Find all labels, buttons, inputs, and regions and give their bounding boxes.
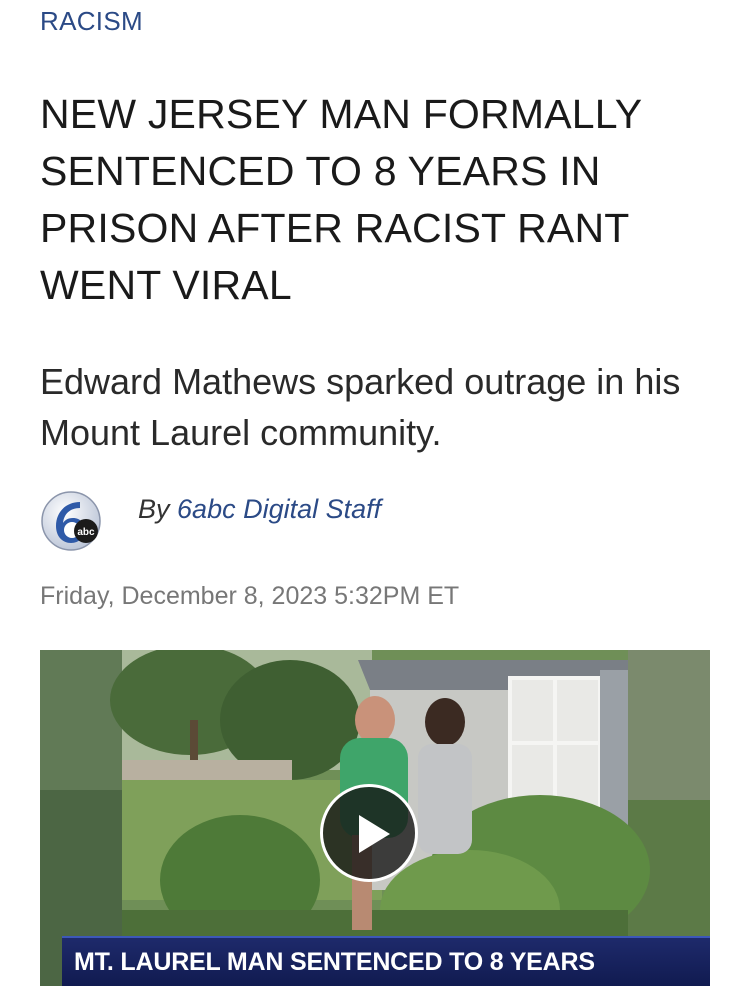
lower-third-text: MT. LAUREL MAN SENTENCED TO 8 YEARS xyxy=(74,948,595,976)
play-button[interactable] xyxy=(320,784,418,882)
publish-date: Friday, December 8, 2023 5:32PM ET xyxy=(40,582,460,610)
category-link[interactable]: RACISM xyxy=(40,6,143,37)
logo-text: abc xyxy=(77,527,95,538)
headline: NEW JERSEY MAN FORMALLY SENTENCED TO 8 Y… xyxy=(40,91,642,308)
byline-prefix: By xyxy=(138,494,170,524)
subheadline: Edward Mathews sparked outrage in his Mo… xyxy=(40,361,681,453)
video-player[interactable]: MT. LAUREL MAN SENTENCED TO 8 YEARS xyxy=(40,650,710,986)
author-link[interactable]: 6abc Digital Staff xyxy=(177,494,381,524)
6abc-logo-icon: abc xyxy=(40,490,102,552)
play-icon xyxy=(359,815,390,853)
byline: abc By 6abc Digital Staff xyxy=(40,490,381,552)
byline-text: By 6abc Digital Staff xyxy=(138,494,381,525)
video-lower-third-banner: MT. LAUREL MAN SENTENCED TO 8 YEARS xyxy=(62,936,710,986)
